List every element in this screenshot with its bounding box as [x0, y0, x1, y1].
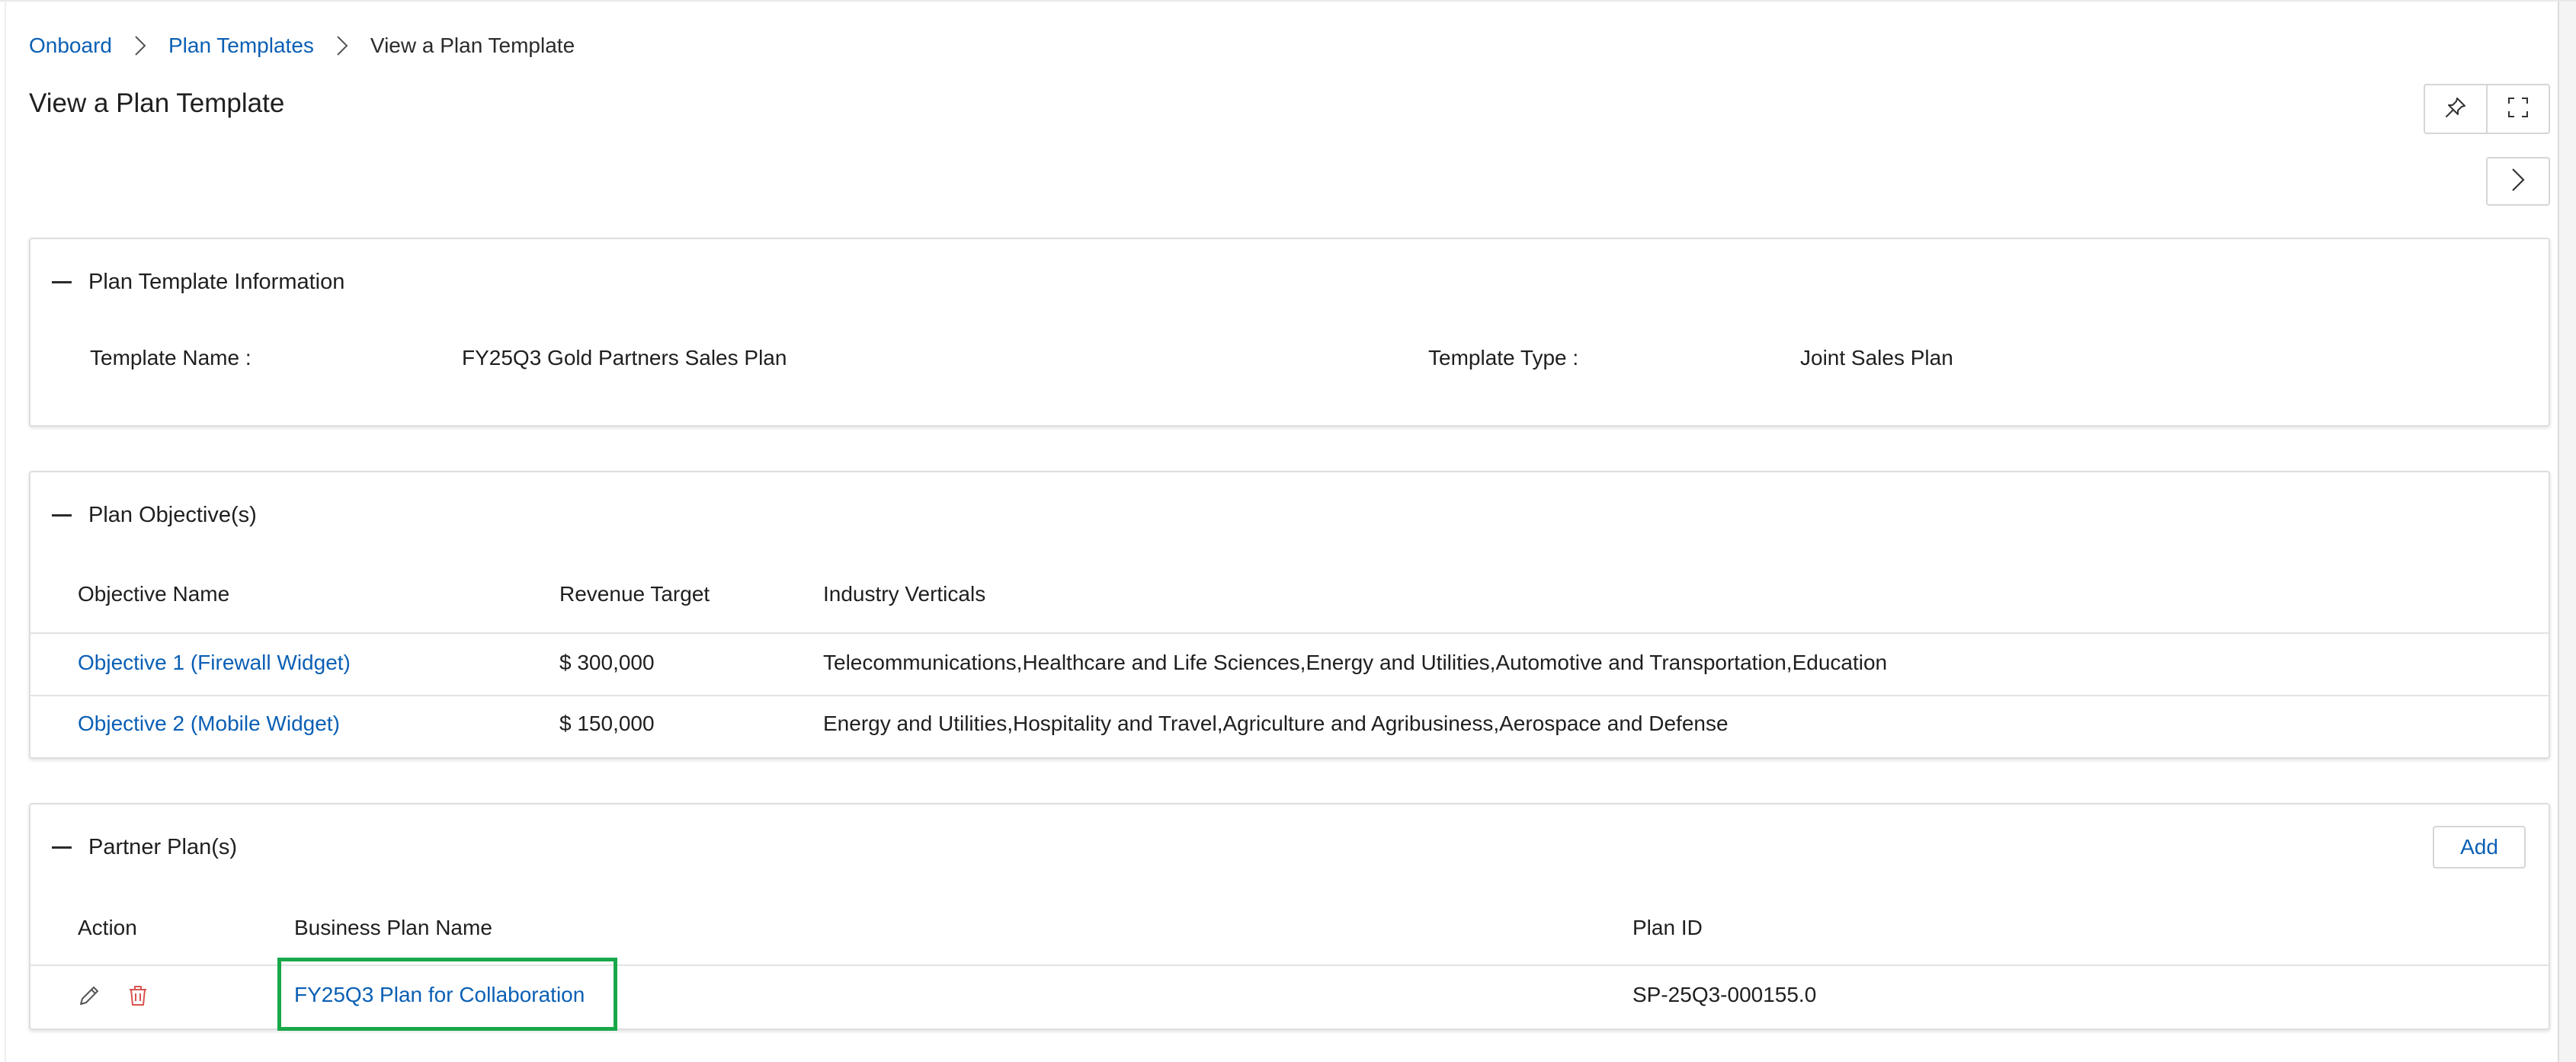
industry-verticals-value: Telecommunications,Healthcare and Life S…: [823, 651, 1888, 674]
chevron-right-icon: [329, 35, 355, 56]
chevron-right-icon: [2510, 167, 2526, 197]
panel-title: Plan Objective(s): [88, 502, 257, 527]
column-header-revenue-target[interactable]: Revenue Target: [559, 582, 710, 606]
collapse-icon[interactable]: [52, 846, 72, 849]
plan-objectives-panel: Plan Objective(s) Objective Name Revenue…: [29, 471, 2550, 759]
plan-id-value: SP-25Q3-000155.0: [1632, 983, 1817, 1006]
scrollbar-gutter[interactable]: [2558, 2, 2576, 1062]
column-header-plan-id[interactable]: Plan ID: [1632, 916, 1703, 940]
page-left-border: [5, 2, 6, 1062]
pin-button[interactable]: [2425, 85, 2486, 133]
revenue-target-value: $ 300,000: [559, 651, 655, 674]
business-plan-link[interactable]: FY25Q3 Plan for Collaboration: [294, 983, 585, 1007]
divider: [30, 632, 2549, 634]
column-header-action: Action: [78, 916, 137, 939]
panel-header: Plan Template Information: [30, 239, 2549, 325]
objective-link[interactable]: Objective 1 (Firewall Widget): [78, 651, 351, 675]
objective-link[interactable]: Objective 2 (Mobile Widget): [78, 712, 340, 736]
breadcrumb-current: View a Plan Template: [370, 34, 575, 57]
breadcrumb-plan-templates[interactable]: Plan Templates: [168, 34, 314, 58]
fullscreen-button[interactable]: [2486, 85, 2549, 133]
template-type-value: Joint Sales Plan: [1800, 346, 1953, 369]
collapse-icon[interactable]: [52, 514, 72, 517]
template-name-label: Template Name :: [90, 346, 252, 369]
delete-icon[interactable]: [125, 983, 151, 1009]
collapse-icon[interactable]: [52, 281, 72, 283]
panel-title: Plan Template Information: [88, 269, 345, 294]
column-header-industry-verticals[interactable]: Industry Verticals: [823, 582, 985, 606]
divider: [30, 964, 2549, 966]
add-button[interactable]: Add: [2433, 826, 2526, 868]
chevron-right-icon: [127, 35, 153, 56]
template-type-label: Template Type :: [1428, 346, 1579, 369]
column-header-objective-name[interactable]: Objective Name: [78, 582, 229, 606]
template-name-value: FY25Q3 Gold Partners Sales Plan: [462, 346, 787, 369]
industry-verticals-value: Energy and Utilities,Hospitality and Tra…: [823, 712, 1729, 735]
next-button[interactable]: [2486, 157, 2550, 206]
fullscreen-icon: [2505, 94, 2531, 124]
breadcrumb: Onboard Plan Templates View a Plan Templ…: [29, 30, 575, 61]
panel-header: Partner Plan(s): [30, 804, 2549, 890]
column-header-business-plan-name[interactable]: Business Plan Name: [294, 916, 492, 940]
page: Onboard Plan Templates View a Plan Templ…: [0, 0, 2576, 1062]
panel-title: Partner Plan(s): [88, 834, 238, 859]
page-title: View a Plan Template: [29, 88, 285, 118]
plan-template-info-panel: Plan Template Information Template Name …: [29, 238, 2550, 427]
panel-header: Plan Objective(s): [30, 472, 2549, 558]
edit-icon[interactable]: [76, 983, 102, 1009]
divider: [30, 695, 2549, 696]
partner-plans-panel: Partner Plan(s) Add Action Business Plan…: [29, 803, 2550, 1030]
breadcrumb-onboard[interactable]: Onboard: [29, 34, 112, 58]
revenue-target-value: $ 150,000: [559, 712, 655, 735]
pin-icon: [2443, 94, 2469, 124]
view-tools: [2424, 84, 2550, 134]
